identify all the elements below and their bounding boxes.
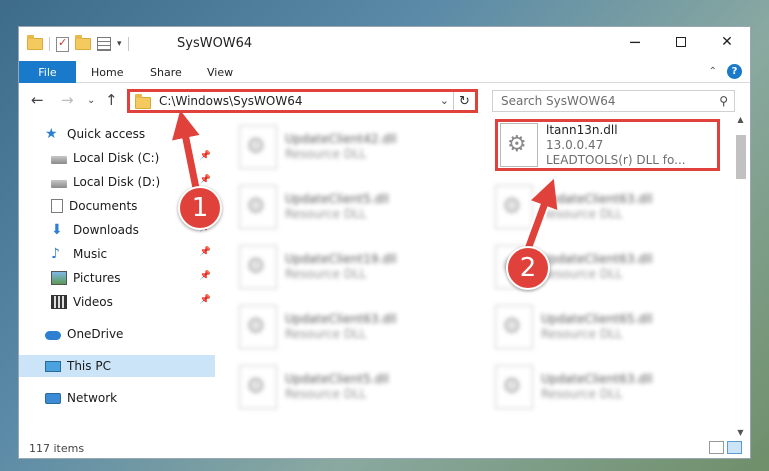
step-1-badge: 1: [178, 186, 222, 230]
annotation-layer: [172, 110, 558, 262]
step-2-badge: 2: [506, 246, 550, 290]
